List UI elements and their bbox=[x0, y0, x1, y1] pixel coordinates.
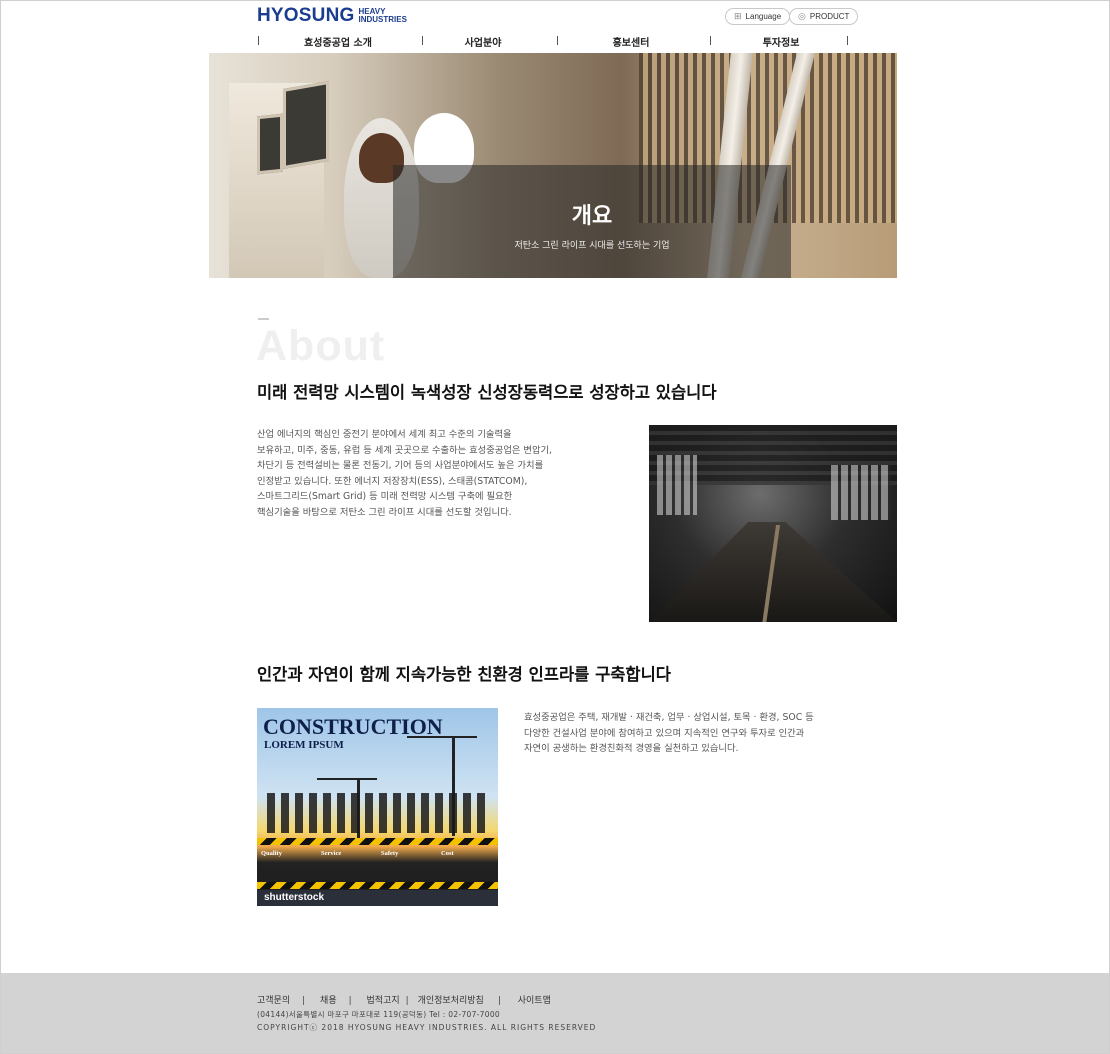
footer-divider: | bbox=[348, 996, 352, 1006]
globe-icon: ⊞ bbox=[734, 11, 742, 21]
footer-link-legal[interactable]: 법적고지 bbox=[367, 996, 400, 1006]
footer-links: 고객문의 | 채용 | 법적고지 | 개인정보처리방침 | 사이트맵 bbox=[257, 993, 551, 1006]
nav-divider bbox=[557, 36, 558, 45]
footer-link-customer-inquiry[interactable]: 고객문의 bbox=[257, 996, 290, 1006]
paragraph-line: 자연이 공생하는 환경친화적 경영을 실천하고 있습니다. bbox=[524, 743, 739, 755]
footer-divider: | bbox=[405, 996, 409, 1006]
logo-sub-industries: INDUSTRIES bbox=[358, 15, 407, 24]
crane-arm bbox=[317, 778, 377, 780]
main-navigation: 효성중공업 소개 사업분야 홍보센터 투자정보 bbox=[257, 32, 849, 50]
hero-subtitle: 저탄소 그린 라이프 시대를 선도하는 기업 bbox=[514, 241, 670, 251]
footer-link-privacy[interactable]: 개인정보처리방침 bbox=[418, 996, 484, 1006]
hazard-stripe bbox=[257, 882, 498, 889]
factory-interior-image bbox=[649, 425, 897, 622]
nav-item-business[interactable]: 사업분야 bbox=[465, 34, 502, 49]
crane-arm bbox=[407, 736, 477, 738]
paragraph-line: 핵심기술을 바탕으로 저탄소 그린 라이프 시대를 선도할 것입니다. bbox=[257, 506, 512, 518]
paragraph-line: 인정받고 있습니다. 또한 에너지 저장장치(ESS), 스태콤(STATCOM… bbox=[257, 475, 528, 487]
footer-divider: | bbox=[302, 996, 306, 1006]
paragraph-line: 스마트그리드(Smart Grid) 등 미래 전력망 시스템 구축에 필요한 bbox=[257, 491, 513, 503]
nav-divider bbox=[847, 36, 848, 45]
product-label: PRODUCT bbox=[809, 12, 850, 21]
construction-illustration-image: CONSTRUCTION LOREM IPSUM Quality Service… bbox=[257, 708, 498, 906]
building-skeletons bbox=[267, 793, 487, 833]
nav-item-company-intro[interactable]: 효성중공업 소개 bbox=[304, 34, 372, 49]
footer-divider: | bbox=[497, 996, 501, 1006]
footer-link-careers[interactable]: 채용 bbox=[320, 996, 337, 1006]
nav-item-investor-info[interactable]: 투자정보 bbox=[763, 34, 800, 49]
gear-icon: ◎ bbox=[798, 11, 806, 21]
illustration-subtitle: LOREM IPSUM bbox=[264, 739, 344, 751]
hero-banner: 개요 저탄소 그린 라이프 시대를 선도하는 기업 bbox=[209, 53, 897, 278]
paragraph-line: 산업 에너지의 핵심인 중전기 분야에서 세계 최고 수준의 기술력을 bbox=[257, 429, 512, 440]
footer-address: (04144)서울특별시 마포구 마포대로 119(공덕동) Tel : 02-… bbox=[257, 1010, 500, 1019]
hyosung-logo[interactable]: HYOSUNG HEAVY INDUSTRIES bbox=[257, 6, 407, 26]
language-button[interactable]: ⊞ Language bbox=[725, 8, 791, 25]
about-paragraph-2: 효성중공업은 주택, 재개발 · 재건축, 업무 · 상업시설, 토목 · 환경… bbox=[524, 710, 854, 757]
factory-window-left bbox=[657, 455, 697, 515]
site-footer: 고객문의 | 채용 | 법적고지 | 개인정보처리방침 | 사이트맵 (04144)서울… bbox=[1, 973, 1109, 1053]
product-button[interactable]: ◎ PRODUCT bbox=[789, 8, 859, 25]
hazard-stripe bbox=[257, 838, 498, 845]
footer-copyright: COPYRIGHTⓒ 2018 HYOSUNG HEAVY INDUSTRIES… bbox=[257, 1023, 597, 1032]
paragraph-line: 다양한 건설사업 분야에 참여하고 있으며 지속적인 연구와 투자로 인간과 bbox=[524, 727, 805, 739]
shutterstock-logo: shutterstock bbox=[264, 892, 325, 903]
nav-divider bbox=[422, 36, 423, 45]
hero-caption: 개요 저탄소 그린 라이프 시대를 선도하는 기업 bbox=[393, 165, 791, 278]
section-dash bbox=[258, 318, 269, 320]
nav-divider bbox=[710, 36, 711, 45]
feature-service: Service bbox=[321, 850, 342, 857]
logo-subtitle: HEAVY INDUSTRIES bbox=[358, 8, 406, 24]
feature-cost: Cost bbox=[441, 850, 454, 857]
footer-link-sitemap[interactable]: 사이트맵 bbox=[518, 996, 551, 1006]
hero-window bbox=[257, 113, 283, 175]
paragraph-line: 보유하고, 미주, 중동, 유럽 등 세계 곳곳으로 수출하는 효성중공업은 변… bbox=[257, 444, 553, 456]
about-paragraph-1: 산업 에너지의 핵심인 중전기 분야에서 세계 최고 수준의 기술력을 보유하고… bbox=[257, 427, 597, 521]
nav-divider bbox=[258, 36, 259, 45]
section-heading-2: 인간과 자연이 함께 지속가능한 친환경 인프라를 구축합니다 bbox=[257, 665, 671, 684]
section-heading-1: 미래 전력망 시스템이 녹색성장 신성장동력으로 성장하고 있습니다 bbox=[257, 383, 717, 402]
feature-safety: Safety bbox=[381, 850, 399, 857]
language-label: Language bbox=[745, 12, 782, 21]
logo-wordmark: HYOSUNG bbox=[257, 5, 355, 26]
hero-window bbox=[283, 80, 329, 170]
hero-title: 개요 bbox=[571, 204, 613, 229]
feature-quality: Quality bbox=[261, 850, 282, 857]
about-watermark: About bbox=[256, 322, 386, 370]
paragraph-line: 차단기 등 전력설비는 물론 전동기, 기어 등의 사업분야에서도 높은 가치를 bbox=[257, 460, 544, 472]
nav-item-pr-center[interactable]: 홍보센터 bbox=[613, 34, 650, 49]
factory-window-right bbox=[831, 465, 891, 520]
paragraph-line: 효성중공업은 주택, 재개발 · 재건축, 업무 · 상업시설, 토목 · 환경… bbox=[524, 712, 814, 723]
